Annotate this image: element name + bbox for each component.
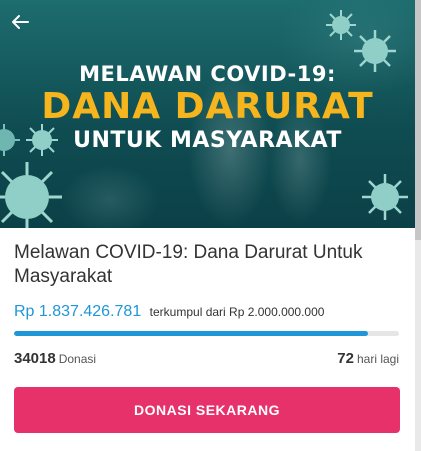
days-left-count: 72	[337, 350, 354, 367]
target-amount-text: terkumpul dari Rp 2.000.000.000	[149, 305, 325, 319]
banner-heading-line2: DANA DARURAT	[41, 86, 374, 127]
virus-icon	[0, 162, 62, 228]
arrow-left-icon	[12, 15, 29, 29]
days-left-label: hari lagi	[356, 352, 399, 366]
back-button[interactable]	[8, 10, 32, 34]
campaign-title: Melawan COVID-19: Dana Darurat Untuk Mas…	[14, 242, 363, 287]
funding-progress-bar	[14, 331, 399, 336]
donate-now-button[interactable]: DONASI SEKARANG	[14, 387, 400, 433]
collected-amount: Rp 1.837.426.781	[14, 303, 142, 320]
funding-summary: Rp 1.837.426.781 terkumpul dari Rp 2.000…	[14, 303, 324, 321]
virus-icon	[362, 174, 408, 220]
donations-count: 34018	[14, 350, 56, 367]
banner-heading-line1: MELAWAN COVID-19:	[79, 62, 336, 86]
campaign-banner: MELAWAN COVID-19: DANA DARURAT UNTUK MAS…	[0, 0, 415, 228]
scrollbar-thumb[interactable]	[415, 0, 421, 240]
scrollbar[interactable]	[415, 0, 421, 451]
days-left-stat: 72 hari lagi	[337, 350, 399, 368]
funding-progress-fill	[14, 331, 368, 336]
donations-label: Donasi	[58, 352, 97, 366]
donations-stat: 34018 Donasi	[14, 350, 96, 368]
banner-heading-line3: UNTUK MASYARAKAT	[73, 128, 342, 153]
